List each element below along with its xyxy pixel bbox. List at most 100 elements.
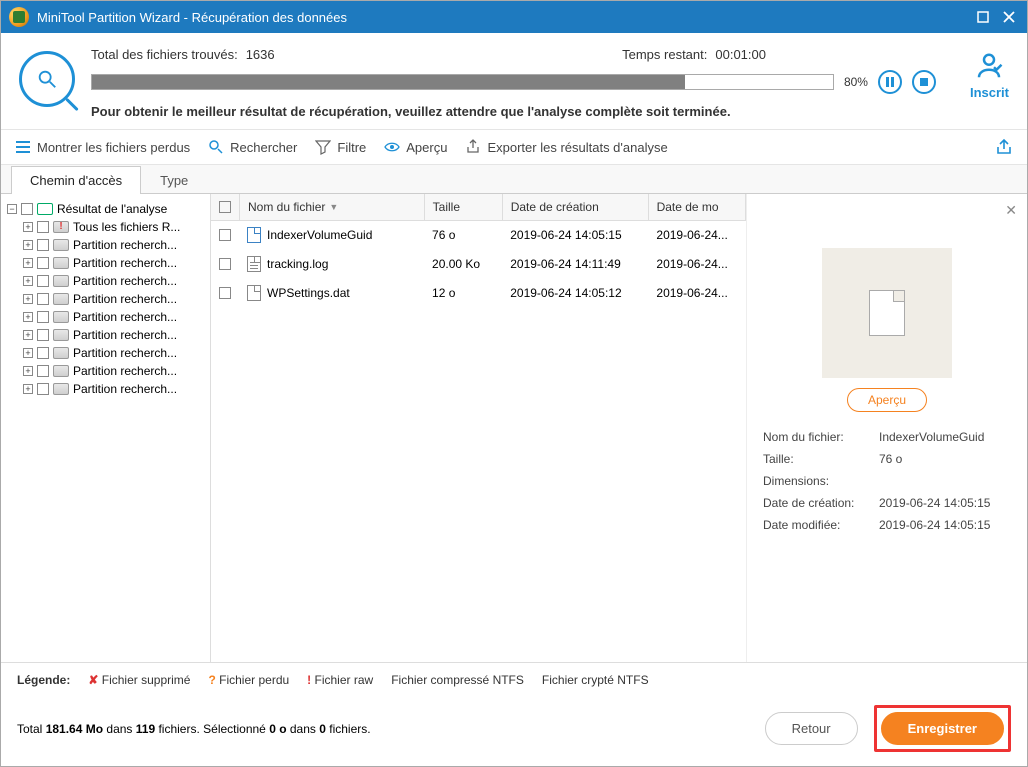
detail-created-value: 2019-06-24 14:05:15 <box>879 496 1011 510</box>
share-button[interactable] <box>995 138 1013 156</box>
detail-dim-label: Dimensions: <box>763 474 873 488</box>
detail-size-value: 76 o <box>879 452 1011 466</box>
expand-icon[interactable]: + <box>23 258 33 268</box>
expand-icon[interactable]: + <box>23 294 33 304</box>
scan-tip: Pour obtenir le meilleur résultat de réc… <box>91 104 936 119</box>
table-row[interactable]: IndexerVolumeGuid76 o2019-06-24 14:05:15… <box>211 221 746 250</box>
checkbox[interactable] <box>21 203 33 215</box>
filter-button[interactable]: Filtre <box>315 139 366 155</box>
expand-icon[interactable]: + <box>23 330 33 340</box>
tree-item-label: Tous les fichiers R... <box>73 220 180 234</box>
tree-item[interactable]: + Partition recherch... <box>5 326 206 344</box>
table-row[interactable]: tracking.log20.00 Ko2019-06-24 14:11:492… <box>211 250 746 279</box>
export-label: Exporter les résultats d'analyse <box>487 140 667 155</box>
expand-icon[interactable]: + <box>23 312 33 322</box>
row-checkbox[interactable] <box>219 287 231 299</box>
registered-badge[interactable]: Inscrit <box>970 47 1009 100</box>
close-detail-button[interactable]: ✕ <box>1005 202 1017 219</box>
drive-icon <box>53 347 69 359</box>
pause-button[interactable] <box>878 70 902 94</box>
tree-item[interactable]: +Partition recherch... <box>5 380 206 398</box>
window-title: MiniTool Partition Wizard - Récupération… <box>37 10 347 25</box>
tree-item-label: Partition recherch... <box>73 346 177 360</box>
select-all-checkbox[interactable] <box>219 201 231 213</box>
legend-lost: Fichier perdu <box>219 673 289 687</box>
file-icon <box>247 227 261 243</box>
file-modified: 2019-06-24... <box>648 285 746 301</box>
legend-ntfs-compressed: Fichier compressé NTFS <box>391 673 524 687</box>
expand-icon[interactable]: + <box>23 240 33 250</box>
expand-icon[interactable]: + <box>23 348 33 358</box>
save-button[interactable]: Enregistrer <box>881 712 1004 745</box>
tree-item[interactable]: +Partition recherch... <box>5 272 206 290</box>
file-size: 20.00 Ko <box>424 256 502 272</box>
sort-desc-icon: ▼ <box>329 202 338 212</box>
checkbox[interactable] <box>37 329 49 341</box>
file-created: 2019-06-24 14:05:15 <box>502 227 648 243</box>
checkbox[interactable] <box>37 311 49 323</box>
checkbox[interactable] <box>37 383 49 395</box>
tree-item[interactable]: +Partition recherch... <box>5 362 206 380</box>
col-name[interactable]: Nom du fichier▼ <box>240 194 425 220</box>
maximize-button[interactable] <box>973 7 993 27</box>
back-button[interactable]: Retour <box>765 712 858 745</box>
checkbox[interactable] <box>37 347 49 359</box>
registered-label: Inscrit <box>970 85 1009 100</box>
remaining-label: Temps restant: <box>622 47 707 62</box>
search-icon <box>208 139 224 155</box>
export-button[interactable]: Exporter les résultats d'analyse <box>465 139 667 155</box>
tab-path[interactable]: Chemin d'accès <box>11 166 141 194</box>
tree-item[interactable]: +Partition recherch... <box>5 254 206 272</box>
action-toolbar: Montrer les fichiers perdus Rechercher F… <box>1 130 1027 165</box>
legend-raw: Fichier raw <box>315 673 374 687</box>
preview-label: Aperçu <box>406 140 447 155</box>
preview-file-button[interactable]: Aperçu <box>847 388 927 412</box>
stop-button[interactable] <box>912 70 936 94</box>
checkbox[interactable] <box>37 239 49 251</box>
tree-item-label: Partition recherch... <box>73 328 177 342</box>
drive-icon <box>53 257 69 269</box>
checkbox[interactable] <box>37 365 49 377</box>
show-lost-files-button[interactable]: Montrer les fichiers perdus <box>15 139 190 155</box>
detail-modified-label: Date modifiée: <box>763 518 873 532</box>
checkbox[interactable] <box>37 221 49 233</box>
expand-icon[interactable]: + <box>23 384 33 394</box>
expand-icon[interactable]: + <box>23 366 33 376</box>
expand-icon[interactable]: + <box>23 276 33 286</box>
view-tabs: Chemin d'accès Type <box>1 165 1027 194</box>
col-modified[interactable]: Date de mo <box>649 194 746 220</box>
search-button[interactable]: Rechercher <box>208 139 297 155</box>
collapse-icon[interactable]: − <box>7 204 17 214</box>
legend-label: Légende: <box>17 673 70 687</box>
tree-item[interactable]: + Tous les fichiers R... <box>5 218 206 236</box>
checkbox[interactable] <box>37 293 49 305</box>
col-size[interactable]: Taille <box>425 194 503 220</box>
drive-icon <box>53 383 69 395</box>
expand-icon[interactable]: + <box>23 222 33 232</box>
drive-icon <box>53 365 69 377</box>
remaining-value: 00:01:00 <box>715 47 766 62</box>
tree-item[interactable]: +Partition recherch... <box>5 290 206 308</box>
checkbox[interactable] <box>37 257 49 269</box>
tree-root[interactable]: − Résultat de l'analyse <box>5 200 206 218</box>
search-label: Rechercher <box>230 140 297 155</box>
row-checkbox[interactable] <box>219 258 231 270</box>
found-value: 1636 <box>246 47 275 62</box>
tab-type[interactable]: Type <box>141 166 207 194</box>
col-created[interactable]: Date de création <box>503 194 649 220</box>
row-checkbox[interactable] <box>219 229 231 241</box>
exclaim-icon: ! <box>307 673 311 687</box>
preview-button[interactable]: Aperçu <box>384 139 447 155</box>
user-check-icon <box>974 51 1004 81</box>
file-created: 2019-06-24 14:11:49 <box>502 256 648 272</box>
eye-icon <box>384 139 400 155</box>
result-tree: − Résultat de l'analyse + Tous les fichie… <box>1 194 211 662</box>
scan-header: Total des fichiers trouvés: 1636 Temps r… <box>1 33 1027 130</box>
file-size: 76 o <box>424 227 502 243</box>
tree-item[interactable]: + Partition recherch... <box>5 344 206 362</box>
close-button[interactable] <box>999 7 1019 27</box>
tree-item[interactable]: +Partition recherch... <box>5 236 206 254</box>
tree-item[interactable]: +Partition recherch... <box>5 308 206 326</box>
checkbox[interactable] <box>37 275 49 287</box>
table-row[interactable]: WPSettings.dat12 o2019-06-24 14:05:12201… <box>211 279 746 308</box>
